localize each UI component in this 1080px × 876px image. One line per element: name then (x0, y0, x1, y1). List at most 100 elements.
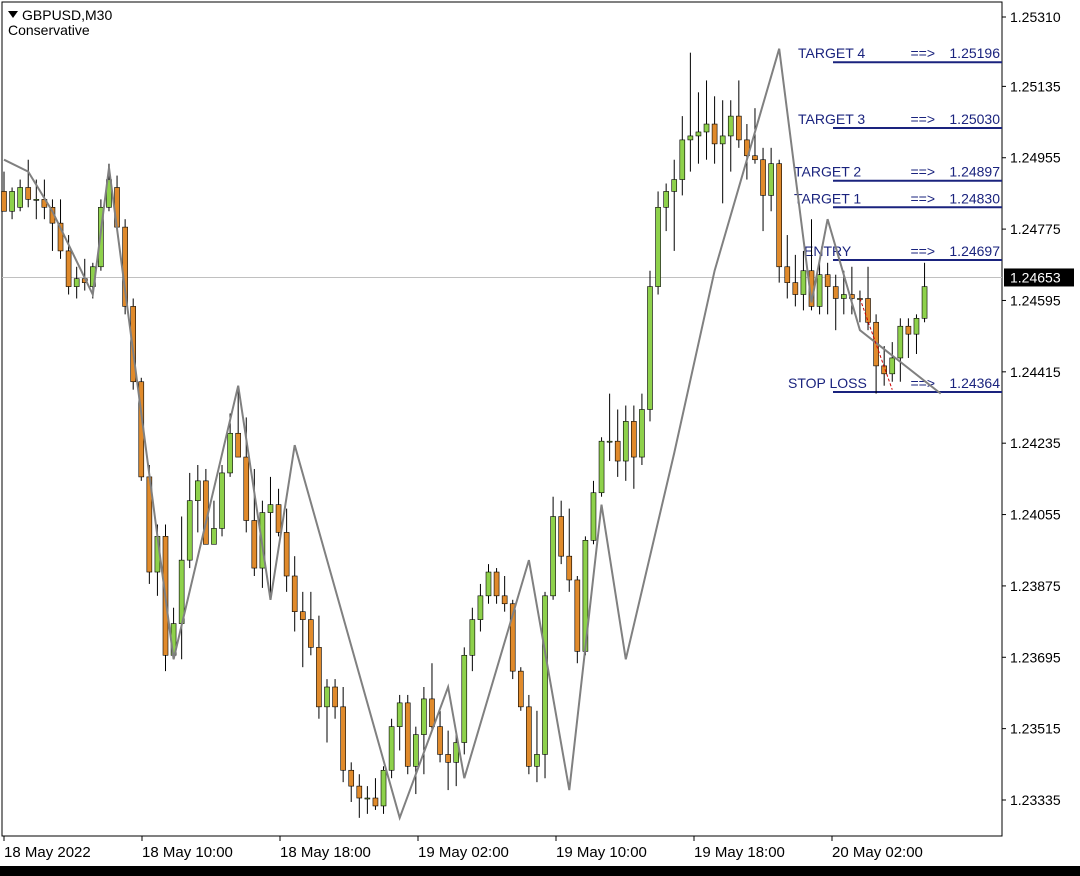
candle-body (73, 278, 80, 287)
candle (348, 762, 355, 802)
candle (316, 615, 322, 719)
candle-body (340, 706, 346, 771)
candle (736, 80, 742, 148)
candle (639, 393, 645, 465)
price-tick-label: 1.23335 (1010, 792, 1061, 808)
candle-body (445, 754, 451, 763)
candle-body (687, 135, 694, 141)
candle-body (219, 472, 225, 529)
candle (388, 718, 395, 779)
price-tick-label: 1.24775 (1010, 221, 1061, 237)
level-value: 1.25030 (949, 111, 1000, 127)
candle-body (800, 270, 807, 295)
candle-body (461, 654, 468, 743)
candle-body (905, 325, 912, 335)
candle (275, 488, 282, 537)
level-arrow: ==> (910, 164, 935, 180)
time-tick-label: 18 May 18:00 (280, 844, 371, 861)
candle (356, 774, 363, 818)
candle-body (598, 440, 605, 494)
candle (324, 679, 330, 743)
candle-body (1, 191, 7, 212)
candle (501, 576, 508, 612)
chart-window[interactable]: TARGET 4 ==> 1.25196 TARGET 3 ==> 1.25030 TARG… (0, 0, 1080, 876)
candle (687, 52, 694, 172)
candle (566, 508, 573, 592)
candle-body (380, 769, 387, 807)
candle (760, 147, 766, 232)
time-tick-label: 18 May 10:00 (142, 844, 233, 861)
candle-body (671, 179, 678, 192)
candle-body (469, 619, 476, 656)
candle-body (388, 726, 395, 771)
level-arrow: ==> (910, 45, 935, 61)
price-tick-label: 1.24955 (1010, 150, 1061, 166)
candle-body (421, 698, 427, 735)
candles (1, 52, 928, 818)
candle-body (550, 516, 556, 597)
candle (606, 393, 613, 462)
candle-body (711, 123, 718, 145)
level-value: 1.24897 (949, 164, 1000, 180)
candle (590, 480, 597, 545)
price-axis: 1.25310 1.25135 1.24955 1.24775 1.24595 1.244… (1002, 9, 1074, 808)
candle-body (727, 115, 734, 137)
candle-body (186, 500, 193, 561)
candle-body (542, 595, 548, 755)
candle (211, 500, 217, 545)
candle-body (413, 734, 419, 767)
candle (550, 496, 556, 600)
candle-body (639, 409, 645, 458)
candle (574, 576, 581, 664)
price-tick-label: 1.24235 (1010, 435, 1061, 451)
price-tick-label: 1.23695 (1010, 649, 1061, 665)
candle (792, 254, 799, 307)
candle-body (291, 575, 298, 612)
symbol-header[interactable]: GBPUSD,M30 (8, 8, 112, 23)
candle (679, 116, 686, 196)
candle (558, 500, 564, 565)
candle-body (235, 432, 241, 458)
candle (340, 687, 346, 783)
candle-body (889, 357, 896, 375)
candle-body (275, 504, 282, 533)
candle (364, 786, 371, 814)
candle-body (679, 139, 686, 180)
level-entry: ENTRY ==> 1.24697 (804, 243, 1002, 262)
price-chart[interactable]: TARGET 4 ==> 1.25196TARGET 3 ==> 1.25030TARG… (0, 0, 1080, 876)
candle (299, 591, 306, 668)
candle-body (396, 702, 403, 727)
level-value: 1.24697 (949, 243, 1000, 259)
candle-body (485, 571, 492, 597)
candle (655, 191, 661, 295)
candle (857, 290, 863, 323)
candle-body (493, 571, 500, 597)
level-stop-loss: STOP LOSS ==> 1.24364 (788, 375, 1002, 394)
candle-body (17, 187, 23, 208)
time-tick-label: 18 May 2022 (4, 844, 91, 861)
candle (332, 679, 338, 719)
candle (469, 607, 476, 672)
candle-body (776, 163, 783, 268)
candle (719, 100, 726, 204)
candle-body (921, 286, 928, 319)
candle-body (816, 274, 823, 307)
candle-body (65, 250, 72, 287)
candle (776, 159, 783, 283)
candle-body (768, 163, 774, 196)
dropdown-triangle-icon[interactable] (8, 11, 18, 18)
time-axis: 18 May 2022 18 May 10:00 18 May 18:00 19 Ma… (3, 836, 923, 861)
candle-body (243, 456, 250, 521)
time-tick-label: 19 May 18:00 (694, 844, 785, 861)
candle (291, 556, 298, 632)
candle (703, 80, 710, 160)
candle (542, 591, 548, 779)
candle-body (760, 159, 766, 196)
candle (421, 687, 427, 775)
level-target-1: TARGET 1 ==> 1.24830 (794, 190, 1002, 209)
candle-body (429, 698, 435, 727)
candle-body (356, 785, 363, 799)
candle (663, 183, 669, 232)
candle-body (622, 421, 629, 462)
candle (17, 179, 23, 212)
